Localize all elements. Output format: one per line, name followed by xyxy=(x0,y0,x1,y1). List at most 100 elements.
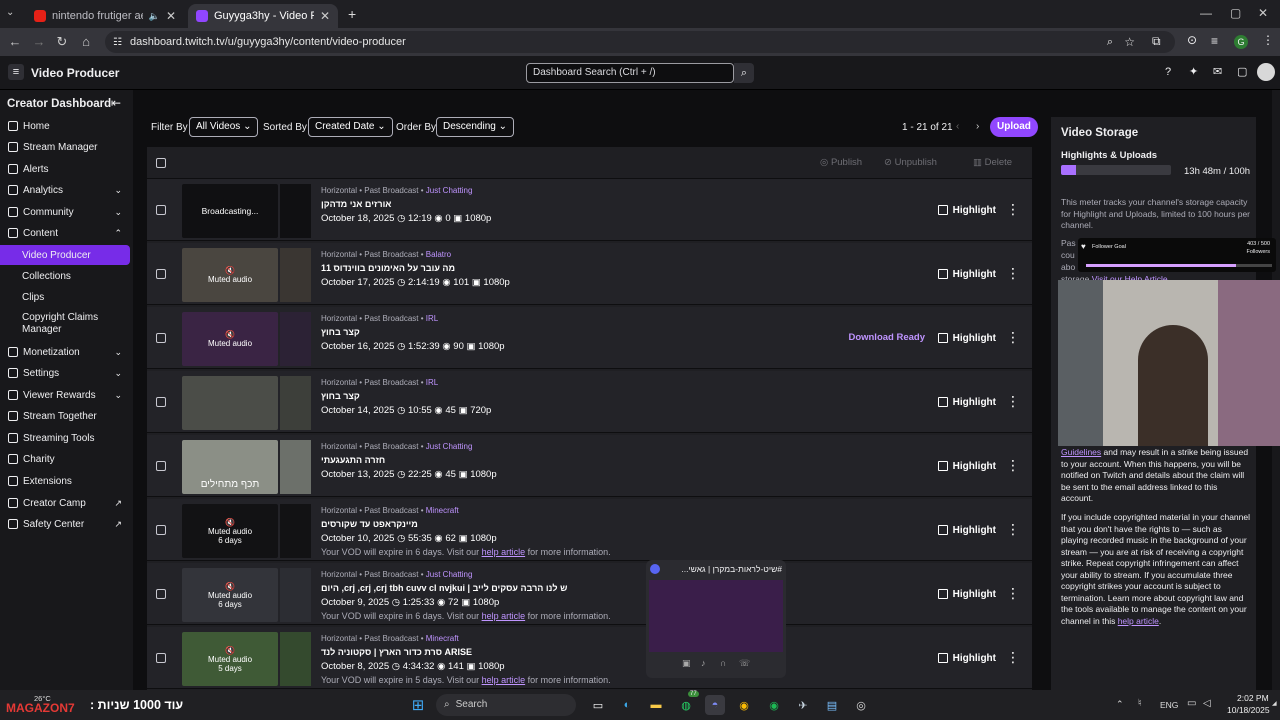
volume-icon[interactable]: ◁ xyxy=(1203,698,1211,709)
more-options-icon[interactable]: ⋮ xyxy=(1006,329,1020,346)
video-title[interactable]: חזרה התגעגעתי xyxy=(321,455,385,465)
more-options-icon[interactable]: ⋮ xyxy=(1006,649,1020,666)
upload-button[interactable]: Upload xyxy=(990,117,1038,137)
sidebar-item-creator-camp[interactable]: Creator Camp ↗ xyxy=(0,493,130,513)
headphones-icon[interactable]: ∩ xyxy=(720,658,726,668)
download-ready-link[interactable]: Download Ready xyxy=(848,332,925,343)
table-row[interactable]: 🔇 Muted audio Horizontal • Past Broadcast… xyxy=(147,307,1032,369)
video-category[interactable]: Minecraft xyxy=(426,506,459,515)
video-category[interactable]: Balatro xyxy=(426,250,451,259)
site-info-icon[interactable]: ☷ xyxy=(113,37,122,48)
mute-icon[interactable]: 🔈 xyxy=(149,11,160,22)
sidebar-item-monetization[interactable]: Monetization ⌄ xyxy=(0,342,130,362)
row-checkbox[interactable] xyxy=(156,461,166,471)
video-category[interactable]: Just Chatting xyxy=(426,442,473,451)
sidebar-item-stream-together[interactable]: Stream Together xyxy=(0,406,130,426)
back-icon[interactable]: ← xyxy=(3,34,27,49)
video-title[interactable]: אורזים אני מדהקן xyxy=(321,199,391,209)
sidebar-item-clips[interactable]: Clips xyxy=(0,287,130,307)
minimize-icon[interactable]: — xyxy=(1200,6,1212,20)
publish-button[interactable]: ◎ Publish xyxy=(820,157,862,168)
next-page-icon[interactable]: › xyxy=(976,121,979,132)
close-icon[interactable]: ✕ xyxy=(320,9,330,23)
downloads-icon[interactable]: ⊙ xyxy=(1187,33,1197,47)
video-category[interactable]: Just Chatting xyxy=(426,570,473,579)
video-thumbnail[interactable]: Broadcasting... xyxy=(182,184,278,238)
spotify-icon[interactable]: ◉ xyxy=(764,695,784,715)
row-checkbox[interactable] xyxy=(156,269,166,279)
start-menu-icon[interactable]: ⊞ xyxy=(408,695,428,715)
extensions-icon[interactable]: ⧉ xyxy=(1152,34,1161,49)
sparkle-icon[interactable]: ✦ xyxy=(1189,65,1198,78)
sidebar-item-extensions[interactable]: Extensions xyxy=(0,471,130,491)
guidelines-link[interactable]: Guidelines xyxy=(1061,447,1101,457)
help-article-link[interactable]: help article xyxy=(482,611,526,621)
video-thumbnail[interactable]: תכף מתחילים xyxy=(182,440,278,494)
table-row[interactable]: Horizontal • Past Broadcast • IRL קצר בח… xyxy=(147,371,1032,433)
sidebar-item-copyright-claims[interactable]: Copyright Claims Manager xyxy=(0,312,130,338)
sidebar-item-collections[interactable]: Collections xyxy=(0,266,130,286)
language-indicator[interactable]: ENG xyxy=(1160,700,1178,710)
notification-center-icon[interactable]: ◢ xyxy=(1272,700,1277,707)
tab-search-icon[interactable]: ⌄ xyxy=(6,7,14,18)
hangup-icon[interactable]: ☏ xyxy=(739,658,750,669)
row-checkbox[interactable] xyxy=(156,589,166,599)
video-title[interactable]: מה עובר על האימונים בווינדוס 11 xyxy=(321,263,455,273)
video-category[interactable]: Just Chatting xyxy=(426,186,473,195)
row-checkbox[interactable] xyxy=(156,653,166,663)
table-row[interactable]: 🔇 Muted audio 6 days Horizontal • Past Bro… xyxy=(147,563,1032,625)
row-checkbox[interactable] xyxy=(156,397,166,407)
sidebar-item-content[interactable]: Content ⌃ xyxy=(0,223,130,243)
url-field[interactable]: ☷ dashboard.twitch.tv/u/guyyga3hy/conten… xyxy=(105,31,1175,53)
zoom-icon[interactable]: ⌕ xyxy=(1107,36,1113,49)
new-tab-button[interactable]: + xyxy=(348,6,356,22)
browser-menu-icon[interactable]: ⋮ xyxy=(1262,33,1274,47)
video-title[interactable]: קצר בחוץ xyxy=(321,327,360,337)
sidebar-item-charity[interactable]: Charity xyxy=(0,449,130,469)
table-row[interactable]: 🔇 Muted audio 5 days Horizontal • Past Bro… xyxy=(147,627,1032,689)
notifications-icon[interactable]: ▢ xyxy=(1237,65,1247,78)
highlight-button[interactable]: Highlight xyxy=(937,264,996,284)
home-icon[interactable]: ⌂ xyxy=(74,34,98,49)
browser-tab-1[interactable]: nintendo frutiger aero & y2k 🔈 ✕ xyxy=(26,4,184,28)
maximize-icon[interactable]: ▢ xyxy=(1230,6,1241,20)
profile-avatar[interactable]: G xyxy=(1234,35,1248,49)
more-options-icon[interactable]: ⋮ xyxy=(1006,265,1020,282)
sidebar-item-stream-manager[interactable]: Stream Manager xyxy=(0,137,130,157)
help-article-link[interactable]: help article xyxy=(1118,616,1159,626)
clock-date[interactable]: 10/18/2025 xyxy=(1227,705,1270,715)
task-view-icon[interactable]: ▭ xyxy=(588,695,608,715)
dashboard-search-input[interactable]: Dashboard Search (Ctrl + /) xyxy=(526,63,734,83)
sidebar-item-safety-center[interactable]: Safety Center ↗ xyxy=(0,514,130,534)
highlight-button[interactable]: Highlight xyxy=(937,456,996,476)
video-title[interactable]: סרת כדור הארץ | סקטוניה לנד ARISE xyxy=(321,647,472,657)
whatsapp-icon[interactable]: ◍ xyxy=(676,695,696,715)
discord-preview-thumbnail[interactable] xyxy=(649,580,783,652)
notepad-icon[interactable]: ▤ xyxy=(822,695,842,715)
highlight-button[interactable]: Highlight xyxy=(937,520,996,540)
video-category[interactable]: Minecraft xyxy=(426,634,459,643)
sidebar-item-alerts[interactable]: Alerts xyxy=(0,159,130,179)
row-checkbox[interactable] xyxy=(156,525,166,535)
help-article-link[interactable]: help article xyxy=(482,547,526,557)
close-window-icon[interactable]: ✕ xyxy=(1258,6,1268,20)
video-category[interactable]: IRL xyxy=(426,378,438,387)
file-explorer-icon[interactable]: ▬ xyxy=(646,695,666,715)
browser-tab-2[interactable]: Guyyga3hy - Video Producer - ✕ xyxy=(188,4,338,28)
highlight-button[interactable]: Highlight xyxy=(937,584,996,604)
filter-by-dropdown[interactable]: All Videos ⌄ xyxy=(189,117,259,137)
sorted-by-dropdown[interactable]: Created Date ⌄ xyxy=(308,117,393,137)
tray-overflow-icon[interactable]: ⌃ xyxy=(1116,699,1124,710)
table-row[interactable]: 🔇 Muted audio Horizontal • Past Broadcast… xyxy=(147,243,1032,305)
obs-icon[interactable]: ◎ xyxy=(851,695,871,715)
more-options-icon[interactable]: ⋮ xyxy=(1006,393,1020,410)
more-options-icon[interactable]: ⋮ xyxy=(1006,585,1020,602)
video-thumbnail[interactable]: 🔇 Muted audio xyxy=(182,312,278,366)
video-thumbnail[interactable]: 🔇 Muted audio 6 days xyxy=(182,568,278,622)
edge-icon[interactable]: ◐ xyxy=(617,695,637,715)
highlight-button[interactable]: Highlight xyxy=(937,648,996,668)
collapse-sidebar-icon[interactable]: ⇤ xyxy=(111,96,121,110)
row-checkbox[interactable] xyxy=(156,333,166,343)
help-icon[interactable]: ? xyxy=(1165,66,1171,78)
select-all-checkbox[interactable] xyxy=(156,158,166,168)
